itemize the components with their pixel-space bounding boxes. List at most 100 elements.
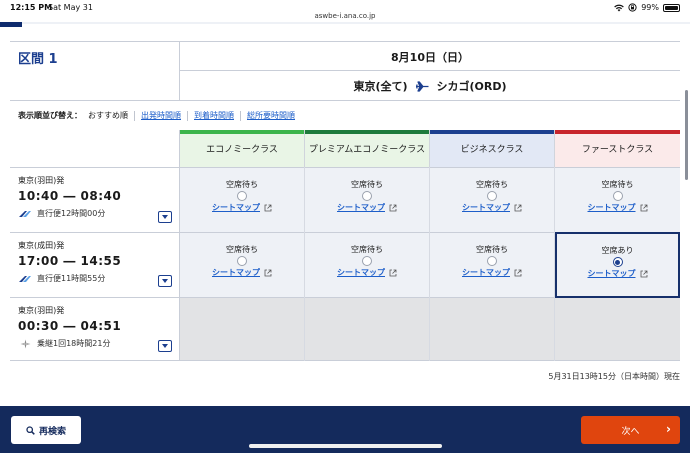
ana-logo-icon bbox=[19, 210, 31, 217]
flight-details-toggle[interactable] bbox=[158, 275, 172, 287]
availability-status: 空席待ち bbox=[476, 180, 508, 189]
origin: 東京(全て) bbox=[353, 80, 408, 93]
page: 12:15 PM Sat May 31 aswbe-i.ana.co.jp 99… bbox=[0, 0, 690, 453]
lock-rotation-icon bbox=[628, 3, 637, 12]
seatmap-label: シートマップ bbox=[462, 268, 510, 277]
class-header-label: ファーストクラス bbox=[581, 145, 654, 155]
star-alliance-icon bbox=[20, 339, 31, 348]
research-button[interactable]: 再検索 bbox=[11, 416, 81, 444]
sort-option-arrival[interactable]: 到着時間順 bbox=[194, 110, 234, 121]
sort-divider bbox=[187, 110, 188, 121]
availability-status: 空席待ち bbox=[476, 245, 508, 254]
sort-current: おすすめ順 bbox=[88, 111, 128, 120]
flight-info: 直行便12時間00分 bbox=[18, 208, 176, 219]
route: 東京(全て) シカゴ(ORD) bbox=[180, 78, 680, 94]
home-indicator[interactable] bbox=[249, 444, 442, 448]
external-link-icon bbox=[389, 269, 397, 276]
flight-duration: 直行便11時間55分 bbox=[37, 274, 106, 283]
seatmap-label: シートマップ bbox=[212, 268, 260, 277]
column-divider bbox=[179, 130, 180, 361]
seatmap-link[interactable]: シートマップ bbox=[588, 202, 648, 213]
seatmap-label: シートマップ bbox=[337, 268, 385, 277]
travel-date: 8月10日（日） bbox=[391, 51, 469, 64]
fare-cell[interactable]: 空席待ち シートマップ bbox=[555, 168, 680, 232]
fare-radio-selected[interactable] bbox=[612, 257, 623, 267]
departure-airport: 東京(羽田)発 bbox=[18, 176, 65, 185]
fare-radio[interactable] bbox=[487, 191, 497, 201]
external-link-icon bbox=[264, 269, 272, 276]
sort-option-departure[interactable]: 出発時間順 bbox=[141, 110, 181, 121]
chevron-right-icon: › bbox=[666, 422, 671, 436]
departure-airport: 東京(成田)発 bbox=[18, 241, 65, 250]
external-link-icon bbox=[389, 204, 397, 211]
fare-cell[interactable]: 空席待ち シートマップ bbox=[180, 233, 304, 297]
seatmap-link[interactable]: シートマップ bbox=[212, 202, 272, 213]
availability-status: 空席待ち bbox=[351, 245, 383, 254]
fare-radio[interactable] bbox=[362, 191, 372, 201]
top-divider bbox=[0, 22, 690, 24]
address-bar[interactable]: aswbe-i.ana.co.jp bbox=[0, 12, 690, 20]
fare-cell[interactable]: 空席待ち シートマップ bbox=[180, 168, 304, 232]
header-divider bbox=[10, 100, 680, 101]
flight-row: 東京(羽田)発 10:40 ― 08:40 直行便12時間00分 bbox=[18, 175, 176, 219]
availability-status: 空席待ち bbox=[351, 180, 383, 189]
ana-logo-icon bbox=[19, 275, 31, 282]
fare-cell-unavailable bbox=[430, 298, 554, 360]
seatmap-link[interactable]: シートマップ bbox=[337, 202, 397, 213]
fare-cell-unavailable bbox=[180, 298, 304, 360]
fare-cell[interactable]: 空席待ち シートマップ bbox=[430, 233, 554, 297]
next-label: 次へ bbox=[621, 426, 640, 437]
wifi-icon bbox=[614, 4, 625, 11]
class-header-first: ファーストクラス bbox=[555, 130, 680, 167]
scrollbar[interactable] bbox=[685, 90, 688, 180]
flight-info: 乗継1回18時間21分 bbox=[18, 338, 176, 349]
seatmap-link[interactable]: シートマップ bbox=[462, 202, 522, 213]
fare-radio[interactable] bbox=[237, 256, 247, 266]
airplane-icon bbox=[415, 80, 429, 92]
class-color-bar bbox=[305, 130, 429, 134]
flight-details-toggle[interactable] bbox=[158, 340, 172, 352]
fare-cell[interactable]: 空席待ち シートマップ bbox=[430, 168, 554, 232]
fare-cell-selected[interactable]: 空席あり シートマップ bbox=[555, 232, 680, 298]
flight-duration: 乗継1回18時間21分 bbox=[37, 339, 111, 348]
flight-times: 10:40 ― 08:40 bbox=[18, 189, 122, 203]
fare-cell-unavailable bbox=[305, 298, 429, 360]
seatmap-link[interactable]: シートマップ bbox=[212, 267, 272, 278]
research-label: 再検索 bbox=[38, 426, 66, 437]
destination: シカゴ(ORD) bbox=[436, 80, 507, 93]
sort-bar: 表示順並び替え： おすすめ順 出発時間順 到着時間順 総所要時間順 bbox=[18, 110, 295, 121]
fare-cell[interactable]: 空席待ち シートマップ bbox=[305, 168, 429, 232]
next-button[interactable]: 次へ › bbox=[581, 416, 680, 444]
column-divider bbox=[554, 167, 555, 361]
flight-row: 東京(羽田)発 00:30 ― 04:51 乗継1回18時間21分 bbox=[18, 305, 176, 349]
availability-status: 空席待ち bbox=[601, 180, 634, 189]
fare-radio[interactable] bbox=[487, 256, 497, 266]
search-icon bbox=[26, 425, 35, 435]
fare-cell[interactable]: 空席待ち シートマップ bbox=[305, 233, 429, 297]
external-link-icon bbox=[264, 204, 272, 211]
flight-details-toggle[interactable] bbox=[158, 211, 172, 223]
class-header-economy: エコノミークラス bbox=[180, 130, 305, 167]
seatmap-label: シートマップ bbox=[587, 203, 636, 212]
fare-radio[interactable] bbox=[362, 256, 372, 266]
sort-label: 表示順並び替え： bbox=[18, 111, 82, 120]
updated-timestamp: 5月31日13時15分（日本時間）現在 bbox=[548, 372, 680, 381]
seatmap-link[interactable]: シートマップ bbox=[588, 268, 648, 279]
class-color-bar bbox=[430, 130, 554, 134]
status-bar: 12:15 PM Sat May 31 aswbe-i.ana.co.jp 99… bbox=[0, 0, 690, 22]
fare-radio[interactable] bbox=[237, 191, 247, 201]
header-divider bbox=[179, 70, 680, 71]
seatmap-label: シートマップ bbox=[462, 203, 510, 212]
fare-radio[interactable] bbox=[612, 191, 623, 201]
availability-status: 空席待ち bbox=[226, 245, 258, 254]
seatmap-link[interactable]: シートマップ bbox=[337, 267, 397, 278]
external-link-icon bbox=[640, 204, 647, 211]
top-accent bbox=[0, 22, 22, 27]
class-header-business: ビジネスクラス bbox=[430, 130, 555, 167]
status-date: Sat May 31 bbox=[48, 3, 93, 12]
availability-status: 空席あり bbox=[601, 246, 634, 255]
sort-option-duration[interactable]: 総所要時間順 bbox=[247, 110, 295, 121]
status-icons: 99% bbox=[614, 3, 680, 12]
row-divider bbox=[10, 360, 680, 361]
seatmap-link[interactable]: シートマップ bbox=[462, 267, 522, 278]
